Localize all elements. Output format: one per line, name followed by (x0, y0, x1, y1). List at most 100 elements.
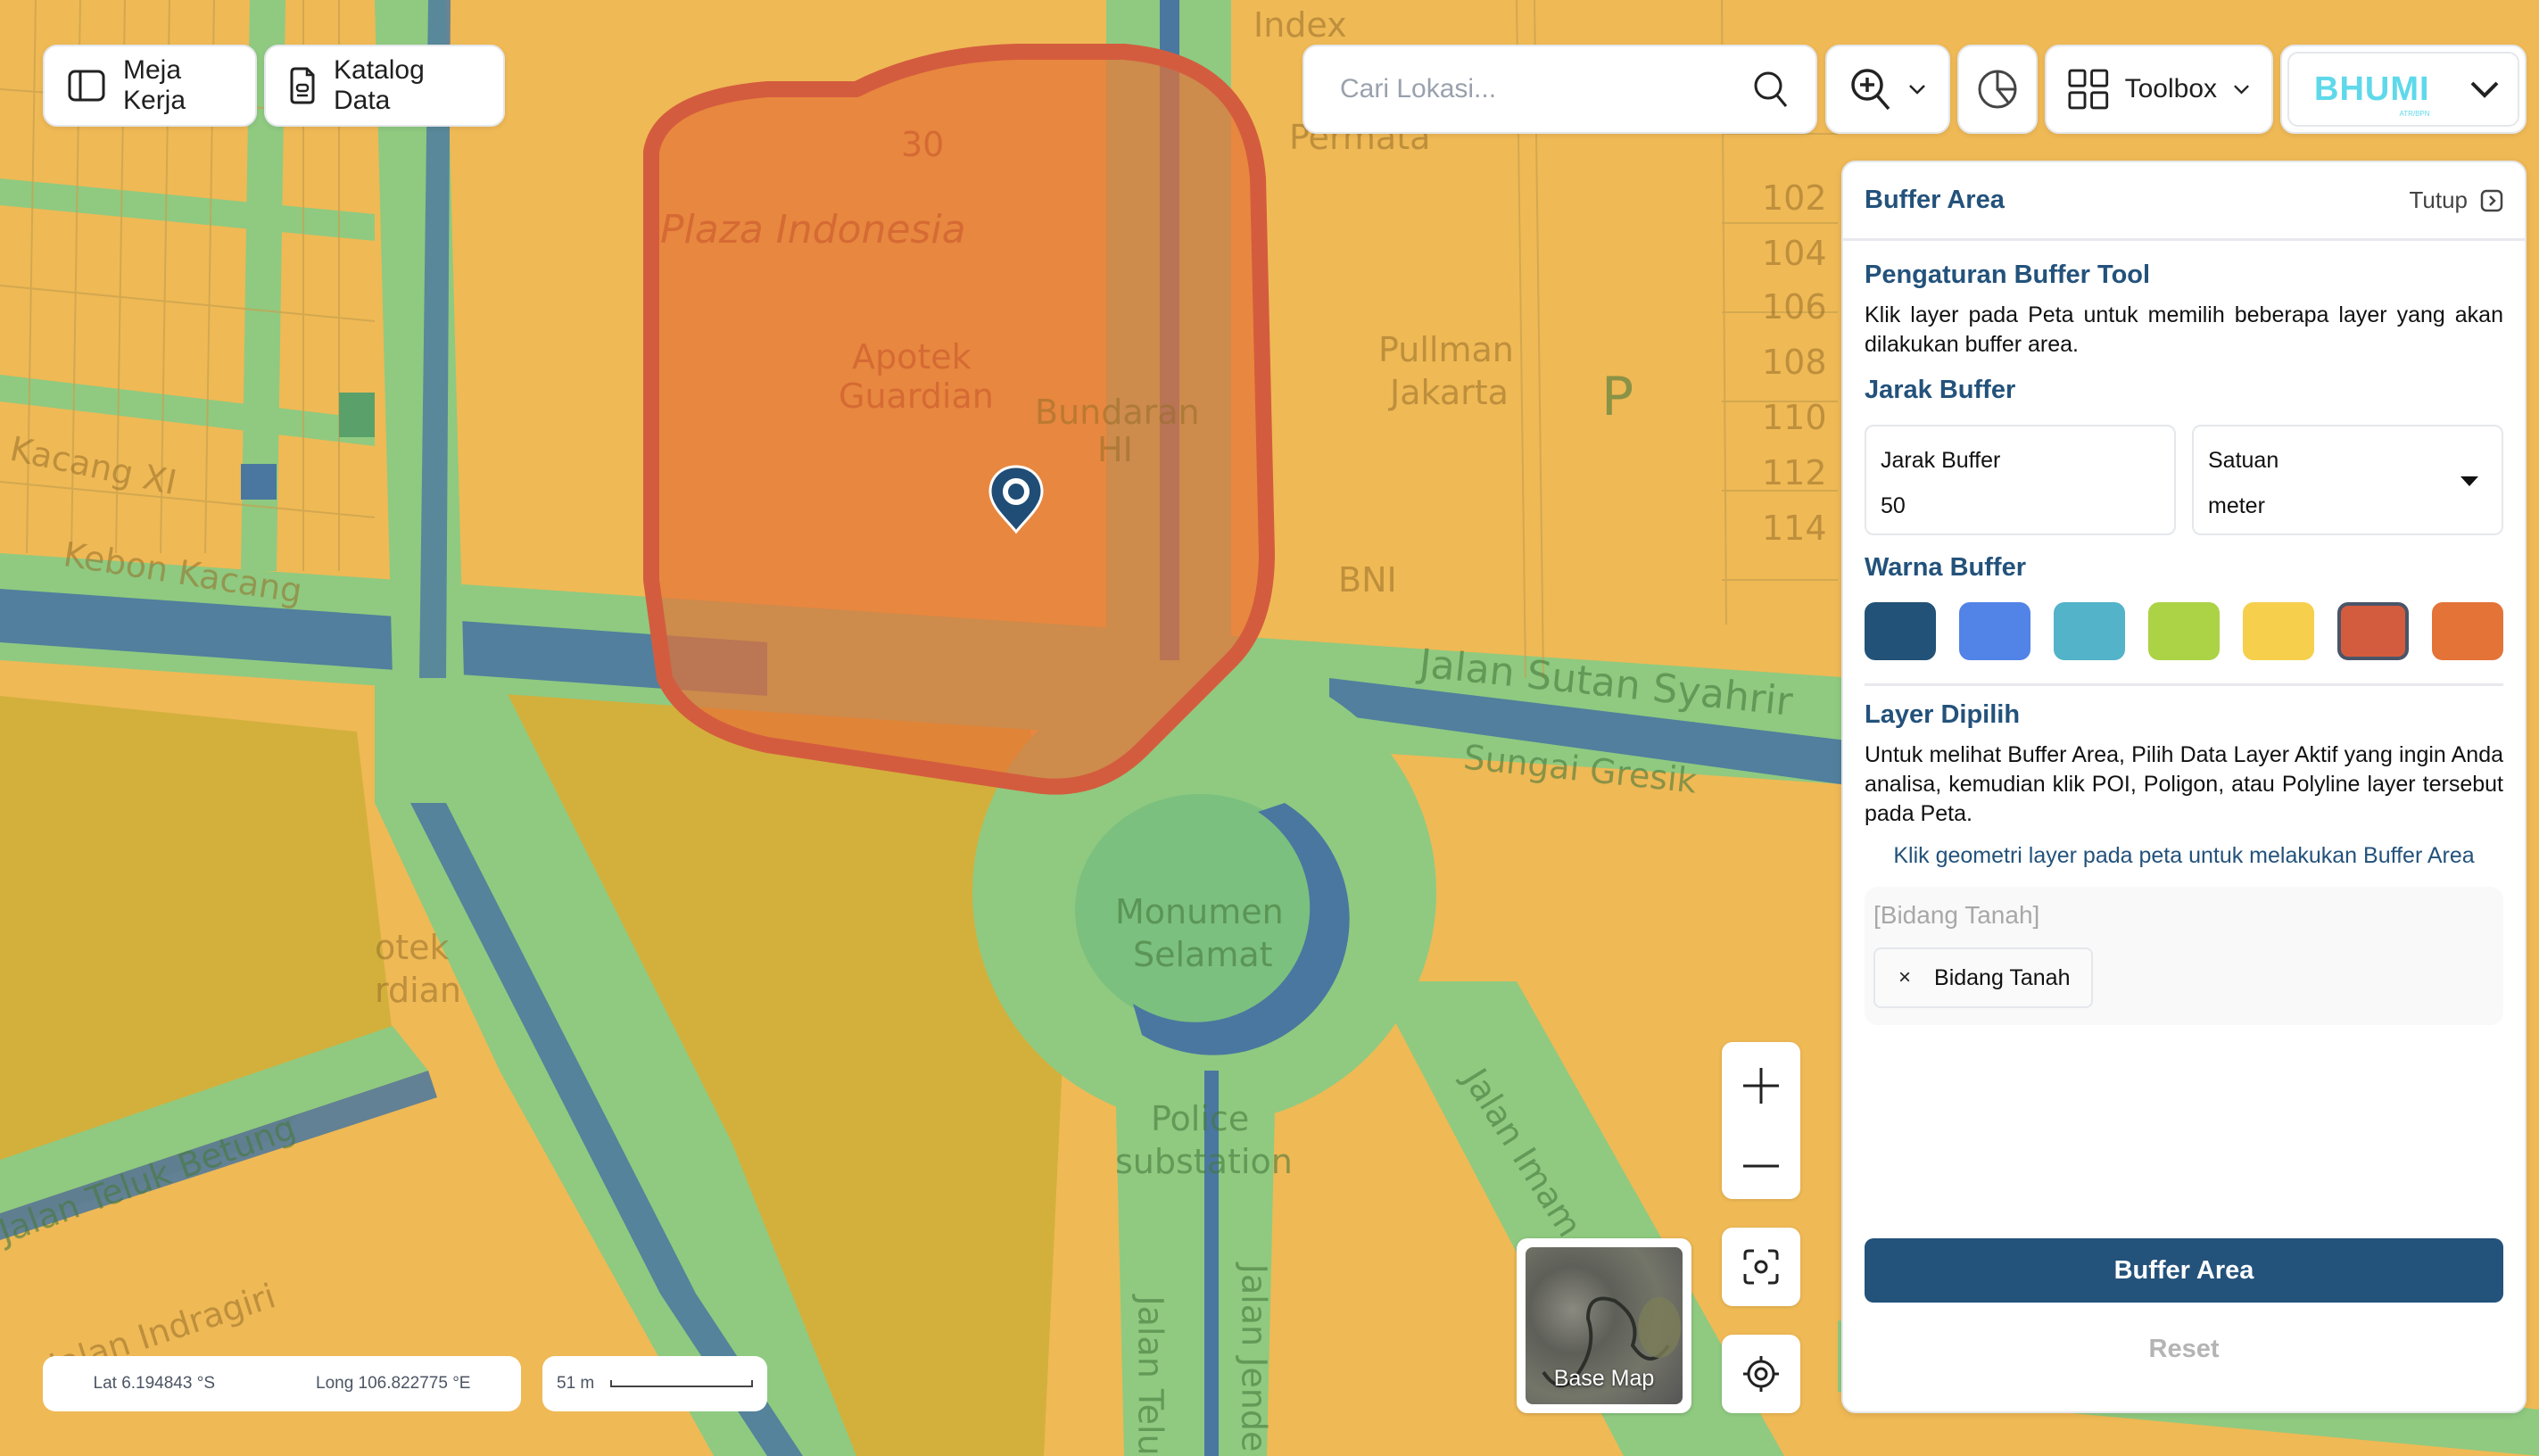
search-input[interactable] (1340, 74, 1753, 104)
color-swatch-lime[interactable] (2148, 602, 2220, 660)
reset-button[interactable]: Reset (1865, 1322, 2503, 1376)
analysis-button[interactable] (1957, 45, 2038, 134)
basemap-label: Base Map (1553, 1366, 1655, 1391)
buffer-area-submit-button[interactable]: Buffer Area (1865, 1238, 2503, 1303)
map-label-jalan-jende: Jalan Jende (1234, 1263, 1274, 1452)
zoom-in-button[interactable] (1741, 1066, 1781, 1110)
map-label-108: 108 (1762, 343, 1827, 382)
latitude-value: Lat 6.194843 °S (93, 1374, 216, 1393)
panel-title: Buffer Area (1865, 186, 2005, 214)
chevron-down-icon (1909, 85, 1925, 95)
close-label: Tutup (2409, 186, 2468, 213)
settings-description: Klik layer pada Peta untuk memilih beber… (1865, 302, 2503, 357)
selected-group-label: [Bidang Tanah] (1873, 901, 2040, 929)
chevron-right-square-icon (2480, 189, 2503, 211)
map-label-bni: BNI (1338, 560, 1397, 600)
selected-layer-label: Bidang Tanah (1934, 964, 2071, 990)
buffer-distance-field[interactable]: Jarak Buffer 50 (1865, 425, 2176, 535)
basemap-switcher[interactable]: Base Map (1517, 1238, 1691, 1413)
map-label-otek: otek (375, 928, 450, 967)
zoom-controls (1722, 1042, 1800, 1199)
map-label-110: 110 (1762, 398, 1827, 437)
zoom-tool-button[interactable] (1825, 45, 1950, 134)
basemap-thumbnail: Base Map (1526, 1247, 1683, 1404)
search-bar (1303, 45, 1817, 134)
color-swatch-yellow[interactable] (2243, 602, 2314, 660)
map-label-hi: HI (1097, 430, 1133, 469)
chevron-down-icon (2470, 81, 2499, 98)
color-swatch-dark-blue[interactable] (1865, 602, 1936, 660)
remove-layer-icon[interactable]: × (1898, 965, 1911, 990)
grid-icon (2068, 69, 2109, 110)
fit-extent-button[interactable] (1722, 1228, 1800, 1306)
map-label-parking: P (1601, 366, 1634, 428)
parcel-green (339, 393, 375, 437)
map-label-monumen: Monumen (1115, 892, 1284, 931)
distance-section-title: Jarak Buffer (1865, 376, 2016, 404)
chevron-down-icon (2234, 85, 2249, 95)
bhumi-logo: BHUMI ATR/BPN (2314, 70, 2430, 118)
color-swatch-red-orange[interactable] (2337, 602, 2409, 660)
layer-description: Untuk melihat Buffer Area, Pilih Data La… (1865, 742, 2503, 826)
buffer-distance-value[interactable]: 50 (1881, 493, 2160, 519)
map-label-apotek: Apotek (852, 337, 972, 376)
layer-section-title: Layer Dipilih (1865, 700, 2021, 729)
dropdown-arrow-icon (2460, 476, 2478, 486)
layer-hint: Klik geometri layer pada peta untuk mela… (1893, 843, 2475, 868)
account-menu-button[interactable]: BHUMI ATR/BPN (2280, 45, 2527, 134)
logo-subtext: ATR/BPN (2399, 109, 2430, 118)
unit-label: Satuan (2208, 448, 2279, 473)
plus-icon (1743, 1068, 1779, 1104)
map-label-police: Police (1151, 1099, 1250, 1138)
sidebar-panel-icon (68, 70, 105, 102)
map-label-106: 106 (1762, 287, 1827, 327)
selected-layer-chip[interactable]: × Bidang Tanah (1873, 947, 2094, 1008)
map-pin-icon[interactable] (987, 464, 1046, 535)
color-swatch-teal[interactable] (2054, 602, 2125, 660)
color-section-title: Warna Buffer (1865, 553, 2026, 582)
zoom-out-button[interactable] (1741, 1159, 1781, 1175)
map-label-102: 102 (1762, 178, 1827, 218)
color-swatch-blue[interactable] (1959, 602, 2030, 660)
map-label-30: 30 (901, 125, 945, 164)
close-panel-button[interactable]: Tutup (2409, 186, 2503, 214)
pie-chart-icon (1978, 70, 2017, 109)
map-label-104: 104 (1762, 234, 1827, 273)
map-label-114: 114 (1762, 509, 1827, 548)
map-label-pullman: Pullman (1378, 330, 1514, 369)
color-swatch-orange[interactable] (2432, 602, 2503, 660)
data-catalog-button[interactable]: Katalog Data (264, 45, 505, 127)
map-label-jalan-telu: Jalan Telu (1130, 1295, 1170, 1456)
logo-text: BHUMI (2314, 70, 2430, 108)
scale-line (610, 1380, 753, 1387)
longitude-value: Long 106.822775 °E (316, 1374, 471, 1393)
toolbox-button[interactable]: Toolbox (2045, 45, 2273, 134)
scale-value: 51 m (557, 1374, 595, 1393)
buffer-area-panel: Buffer Area Tutup Pengaturan Buffer Tool… (1841, 161, 2527, 1413)
unit-select[interactable]: Satuan meter (2192, 425, 2503, 535)
divider (1865, 683, 2503, 686)
map-label-bundaran: Bundaran (1035, 393, 1200, 432)
map-label-selamat: Selamat (1133, 935, 1273, 974)
coordinate-readout: Lat 6.194843 °S Long 106.822775 °E (43, 1356, 521, 1411)
panel-header: Buffer Area Tutup (1843, 162, 2525, 241)
parcel-blue (241, 464, 277, 500)
map-label-112: 112 (1762, 453, 1827, 492)
map-label-guardian: Guardian (839, 376, 994, 416)
selected-layers-box: [Bidang Tanah] × Bidang Tanah (1865, 887, 2503, 1025)
scale-bar: 51 m (542, 1356, 767, 1411)
crosshair-icon (1743, 1356, 1779, 1392)
workspace-label: Meja Kerja (123, 55, 186, 115)
unit-value: meter (2208, 493, 2265, 518)
map-label-substation: substation (1115, 1142, 1293, 1181)
my-location-button[interactable] (1722, 1335, 1800, 1413)
search-icon[interactable] (1753, 70, 1789, 108)
workspace-button[interactable]: Meja Kerja (43, 45, 257, 127)
color-swatches (1865, 602, 2503, 660)
toolbox-label: Toolbox (2124, 74, 2217, 103)
map-label-plaza-indonesia: Plaza Indonesia (660, 207, 966, 252)
zoom-in-icon (1851, 69, 1890, 111)
map-label-jakarta: Jakarta (1390, 373, 1509, 412)
map-label-index: Index (1253, 5, 1347, 45)
map-label-rdian: rdian (375, 971, 462, 1010)
